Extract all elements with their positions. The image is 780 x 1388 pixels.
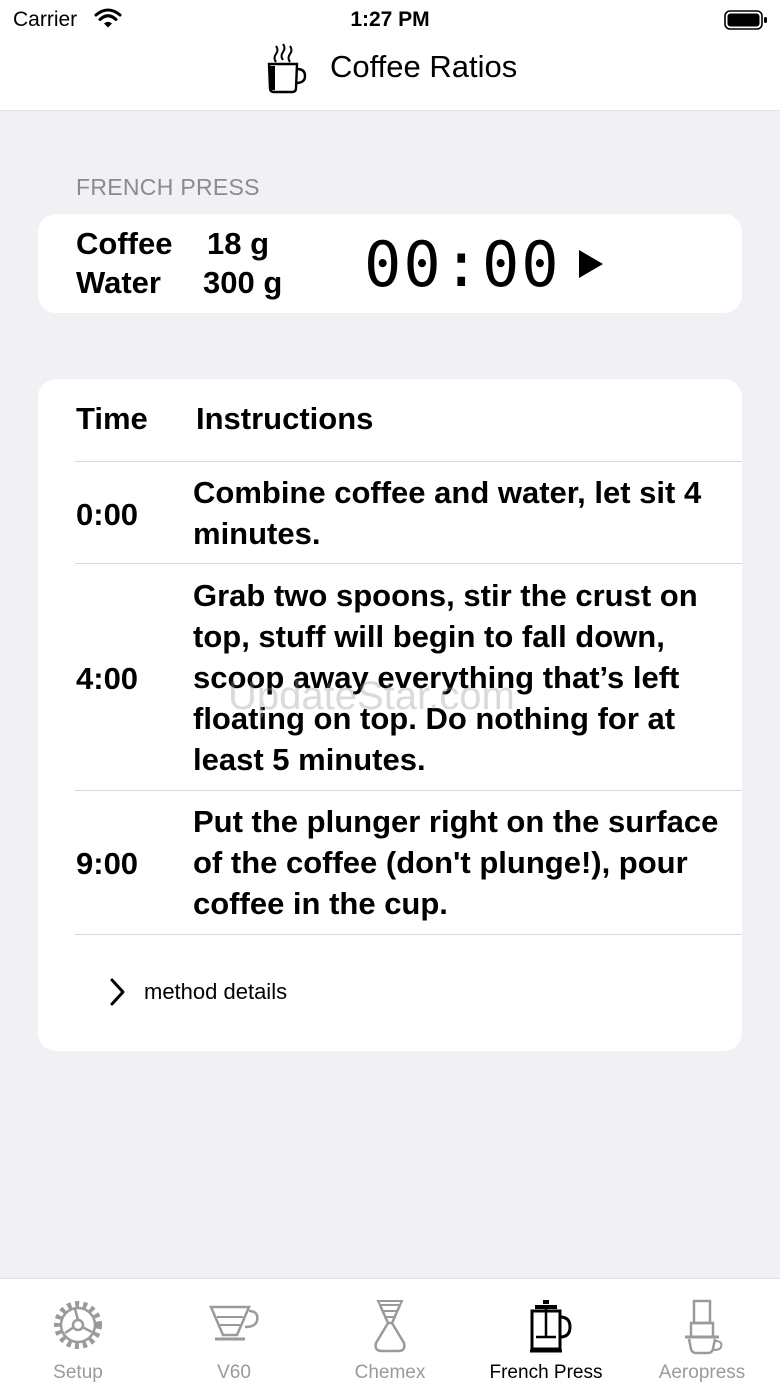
step-time: 4:00 <box>76 661 139 696</box>
water-label: Water <box>76 265 161 300</box>
divider <box>75 934 742 935</box>
v60-dripper-icon <box>209 1305 259 1341</box>
status-time: 1:27 PM <box>350 8 430 31</box>
tab-aeropress[interactable]: Aeropress <box>624 1279 780 1388</box>
timer-display: 00:00 <box>364 228 561 301</box>
french-press-icon <box>530 1300 572 1353</box>
tab-v60[interactable]: V60 <box>156 1279 312 1388</box>
play-icon <box>579 250 603 278</box>
gear-icon <box>54 1301 102 1349</box>
page-title: Coffee Ratios <box>330 49 518 84</box>
chevron-right-icon <box>110 978 125 1006</box>
ratio-timer-card: Coffee 18 g Water 300 g 00:00 <box>38 214 742 313</box>
aeropress-icon <box>685 1299 723 1355</box>
tab-label: French Press <box>489 1362 603 1383</box>
tab-setup[interactable]: Setup <box>0 1279 156 1388</box>
tab-label: Chemex <box>354 1362 426 1383</box>
step-time: 0:00 <box>76 497 139 532</box>
battery-icon <box>724 10 768 36</box>
tab-french-press[interactable]: French Press <box>468 1279 624 1388</box>
step-time: 9:00 <box>76 846 139 881</box>
tab-label: V60 <box>217 1362 251 1383</box>
chemex-icon <box>374 1300 406 1353</box>
coffee-mug-icon <box>264 42 308 99</box>
instructions-column-header: Instructions <box>196 401 374 436</box>
divider <box>75 563 742 564</box>
tab-chemex[interactable]: Chemex <box>312 1279 468 1388</box>
tab-label: Setup <box>53 1362 103 1383</box>
instructions-card: Time Instructions 0:00 Combine coffee an… <box>38 379 742 1051</box>
section-label: FRENCH PRESS <box>76 174 260 200</box>
divider <box>75 790 742 791</box>
divider <box>75 461 742 462</box>
time-column-header: Time <box>76 401 148 436</box>
coffee-label: Coffee <box>76 226 173 261</box>
status-bar: Carrier 1:27 PM <box>0 0 780 40</box>
navigation-bar: Coffee Ratios <box>0 40 780 111</box>
method-details-disclosure[interactable]: method details <box>108 977 287 1007</box>
step-instruction: Put the plunger right on the surface of … <box>193 804 719 921</box>
tab-bar: Setup V60 Chemex French Press Aeropress <box>0 1278 780 1388</box>
water-value: 300 g <box>203 265 283 300</box>
method-details-label: method details <box>144 979 288 1004</box>
play-button[interactable] <box>576 248 606 285</box>
step-instruction: Combine coffee and water, let sit 4 minu… <box>193 475 702 551</box>
step-instruction: Grab two spoons, stir the crust on top, … <box>193 578 698 777</box>
tab-label: Aeropress <box>658 1362 746 1383</box>
coffee-value: 18 g <box>207 226 270 261</box>
